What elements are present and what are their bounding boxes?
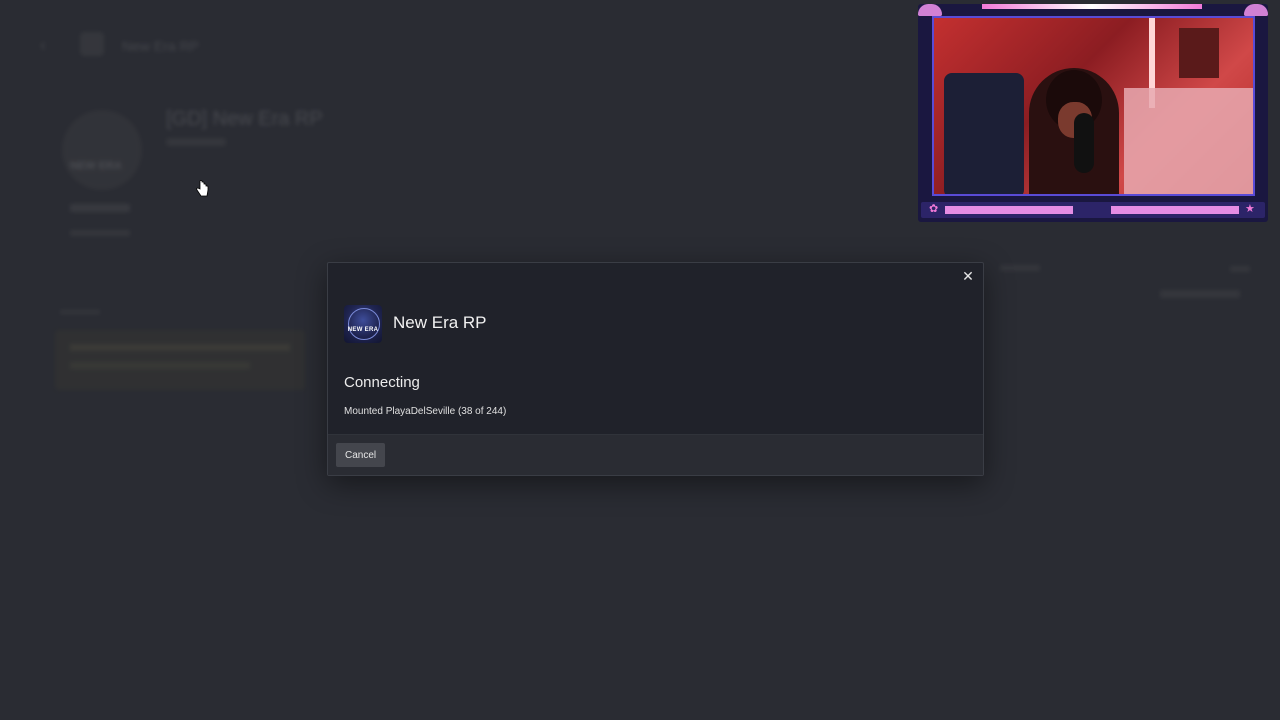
server-title: [GD] New Era RP — [166, 108, 323, 130]
close-icon[interactable]: ✕ — [959, 267, 977, 285]
connecting-dialog: ✕ NEW ERA New Era RP Connecting Mounted … — [327, 262, 984, 476]
info-panel-line — [70, 362, 250, 369]
webcam-accent-bar — [945, 206, 1073, 214]
section-label — [60, 310, 100, 314]
cancel-button[interactable]: Cancel — [336, 443, 386, 467]
webcam-video — [932, 16, 1255, 196]
webcam-top-bar — [982, 4, 1202, 9]
server-stat — [70, 204, 130, 212]
gaming-chair — [944, 73, 1024, 194]
server-logo: NEW ERA — [344, 305, 382, 343]
server-logo — [62, 110, 142, 190]
webcam-corner-ornament — [918, 4, 942, 16]
webcam-overlay: ✿ ★ — [918, 4, 1268, 222]
star-icon: ★ — [1245, 203, 1255, 215]
gear-icon: ✿ — [929, 203, 939, 215]
dialog-server-name: New Era RP — [393, 313, 487, 332]
bed — [1124, 88, 1253, 194]
server-info-panel — [55, 330, 305, 390]
right-column-label — [1000, 265, 1040, 271]
webcam-accent-bar — [1111, 206, 1239, 214]
connection-status: Connecting — [344, 374, 420, 391]
right-column-value — [1160, 290, 1240, 298]
logo-text: NEW ERA — [347, 327, 379, 333]
webcam-corner-ornament — [1244, 4, 1268, 16]
server-stat-label — [70, 230, 130, 236]
back-arrow-icon[interactable]: ‹ — [40, 36, 54, 54]
server-subtitle — [166, 138, 226, 146]
info-panel-line — [70, 344, 290, 351]
server-logo-text: NEW ERA — [70, 160, 122, 172]
connection-detail: Mounted PlayaDelSeville (38 of 244) — [344, 406, 507, 417]
right-column-label — [1230, 266, 1250, 272]
dialog-footer: Cancel — [328, 434, 983, 475]
wall-poster — [1179, 28, 1219, 78]
webcam-bottom-bar: ✿ ★ — [921, 202, 1265, 218]
logo-ring — [348, 308, 380, 340]
hand-cursor-icon — [196, 180, 209, 197]
breadcrumb[interactable]: New Era RP — [122, 38, 199, 54]
microphone — [1074, 113, 1094, 173]
breadcrumb-server-logo — [80, 32, 104, 56]
